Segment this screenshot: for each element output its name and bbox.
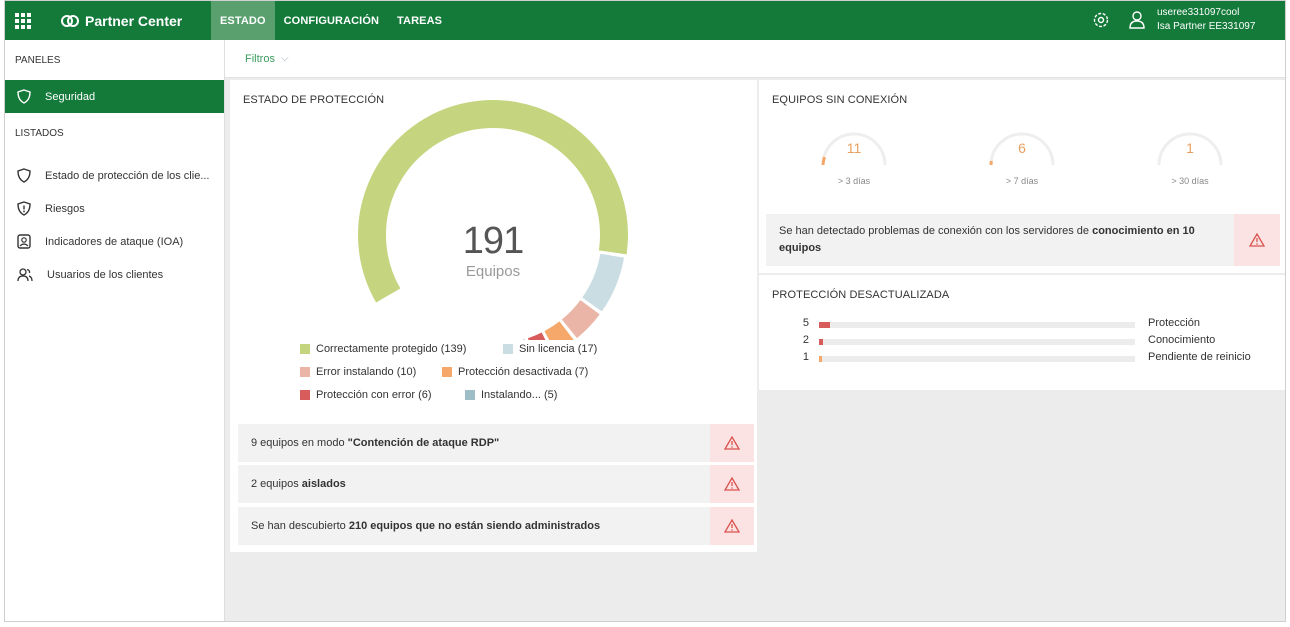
legend-item[interactable]: Protección con error (6) xyxy=(300,389,432,401)
row-bar-track xyxy=(819,339,1135,345)
user-icon[interactable] xyxy=(1129,11,1145,29)
top-bar: Partner Center ESTADO CONFIGURACIÓN TARE… xyxy=(5,1,1285,40)
legend-swatch xyxy=(465,390,475,400)
sidebar-item-label: Estado de protección de los clie... xyxy=(45,169,210,182)
alert-text: Se han detectado problemas de conexión c… xyxy=(779,225,1195,254)
gauge-value: 6 xyxy=(1018,140,1026,156)
row-bar-fill xyxy=(819,356,822,362)
protection-status-panel: ESTADO DE PROTECCIÓN 191 Equipos Correct… xyxy=(230,80,757,552)
sidebar-item-label: Usuarios de los clientes xyxy=(47,268,164,281)
outdated-protection-panel: PROTECCIÓN DESACTUALIZADA 5 Protección 2… xyxy=(759,275,1285,390)
legend-swatch xyxy=(300,390,310,400)
user-org: Isa Partner EE331097 xyxy=(1157,21,1256,32)
legend-swatch xyxy=(503,344,513,354)
attack-indicator-icon xyxy=(17,234,31,249)
legend-item[interactable]: Sin licencia (17) xyxy=(503,343,597,355)
offline-devices-panel: EQUIPOS SIN CONEXIÓN 11 > 3 días 6 > 7 d… xyxy=(759,80,1285,273)
sidebar-item-seguridad[interactable]: Seguridad xyxy=(5,80,224,113)
chevron-down-icon[interactable]: ⌵ xyxy=(281,53,289,64)
gauge-label: > 3 días xyxy=(837,176,871,186)
risk-shield-icon xyxy=(17,201,31,216)
app-name: Partner Center xyxy=(85,12,183,29)
panel-title: EQUIPOS SIN CONEXIÓN xyxy=(772,94,908,106)
warning-icon xyxy=(710,507,754,545)
row-bar-fill xyxy=(819,339,823,345)
legend-swatch xyxy=(442,367,452,377)
outdated-row-proteccion[interactable]: 5 Protección xyxy=(759,317,1285,334)
alert-text: 2 equipos aislados xyxy=(251,478,346,490)
protection-gauge-chart xyxy=(358,100,628,340)
row-count: 1 xyxy=(802,351,809,363)
panel-title: PROTECCIÓN DESACTUALIZADA xyxy=(772,289,950,301)
gauge-segment[interactable] xyxy=(544,321,574,340)
legend-swatch xyxy=(300,367,310,377)
legend-item[interactable]: Correctamente protegido (139) xyxy=(300,343,466,355)
warning-icon xyxy=(1234,214,1280,266)
row-count: 2 xyxy=(802,334,809,346)
users-icon xyxy=(17,267,33,281)
shield-icon xyxy=(17,89,31,104)
row-bar-track xyxy=(819,322,1135,328)
legend-item[interactable]: Error instalando (10) xyxy=(300,366,416,378)
legend-label: Instalando... (5) xyxy=(481,389,558,401)
user-info[interactable]: useree331097cool Isa Partner EE331097 xyxy=(1157,6,1255,34)
shield-icon xyxy=(17,168,31,183)
row-label: Conocimiento xyxy=(1148,334,1216,346)
alert-isolated[interactable]: 2 equipos aislados xyxy=(238,465,754,503)
partner-logo-icon xyxy=(61,14,79,27)
sidebar-item-riesgos[interactable]: Riesgos xyxy=(5,192,224,225)
alert-text: Se han descubierto 210 equipos que no es… xyxy=(251,520,601,532)
alert-text: 9 equipos en modo "Contención de ataque … xyxy=(251,437,500,449)
apps-grid-icon[interactable] xyxy=(5,1,41,40)
legend-label: Correctamente protegido (139) xyxy=(316,343,467,355)
sidebar-item-ioa[interactable]: Indicadores de ataque (IOA) xyxy=(5,225,224,258)
gauge-label: > 7 días xyxy=(1005,176,1039,186)
sidebar-item-label: Seguridad xyxy=(45,90,96,103)
alert-knowledge-connection[interactable]: Se han detectado problemas de conexión c… xyxy=(766,214,1280,266)
panels-heading: PANELES xyxy=(15,54,61,66)
alert-unmanaged[interactable]: Se han descubierto 210 equipos que no es… xyxy=(238,507,754,545)
row-label: Protección xyxy=(1148,317,1200,329)
gauge-value: 1 xyxy=(1186,140,1194,156)
gauge-label: > 30 días xyxy=(1171,176,1209,186)
row-label: Pendiente de reinicio xyxy=(1148,351,1251,363)
row-bar-track xyxy=(819,356,1135,362)
app-window: Partner Center ESTADO CONFIGURACIÓN TARE… xyxy=(4,0,1286,622)
legend-label: Error instalando (10) xyxy=(316,366,417,378)
sidebar: PANELES Seguridad LISTADOS Estado de pro… xyxy=(5,40,225,621)
filters-button[interactable]: Filtros xyxy=(245,53,275,65)
warning-icon xyxy=(710,424,754,462)
nav-estado[interactable]: ESTADO xyxy=(211,1,275,40)
total-devices-label: Equipos xyxy=(465,263,521,280)
nav-tareas[interactable]: TAREAS xyxy=(388,1,451,40)
sidebar-item-usuarios[interactable]: Usuarios de los clientes xyxy=(5,258,224,291)
lists-heading: LISTADOS xyxy=(15,127,64,139)
legend-label: Sin licencia (17) xyxy=(519,343,598,355)
sidebar-item-label: Riesgos xyxy=(45,202,85,215)
sidebar-item-label: Indicadores de ataque (IOA) xyxy=(45,235,184,248)
alert-rdp-containment[interactable]: 9 equipos en modo "Contención de ataque … xyxy=(238,424,754,462)
outdated-row-reinicio[interactable]: 1 Pendiente de reinicio xyxy=(759,351,1285,368)
legend-label: Protección desactivada (7) xyxy=(458,366,589,378)
row-count: 5 xyxy=(802,317,809,329)
legend-swatch xyxy=(300,344,310,354)
gauge-value: 11 xyxy=(846,140,862,156)
filters-bar: Filtros ⌵ xyxy=(225,40,1285,78)
settings-gear-icon[interactable] xyxy=(1092,11,1110,29)
legend-item[interactable]: Instalando... (5) xyxy=(465,389,557,401)
gauge-segment[interactable] xyxy=(581,253,625,312)
row-bar-fill xyxy=(819,322,830,328)
legend-item[interactable]: Protección desactivada (7) xyxy=(442,366,588,378)
sidebar-item-estado-proteccion[interactable]: Estado de protección de los clie... xyxy=(5,159,224,192)
gauge-segment[interactable] xyxy=(561,299,600,339)
user-name: useree331097cool xyxy=(1157,7,1240,18)
outdated-row-conocimiento[interactable]: 2 Conocimiento xyxy=(759,334,1285,351)
legend-label: Protección con error (6) xyxy=(316,389,432,401)
warning-icon xyxy=(710,465,754,503)
nav-configuracion[interactable]: CONFIGURACIÓN xyxy=(275,1,388,40)
total-devices-count: 191 xyxy=(462,220,524,262)
app-logo[interactable]: Partner Center xyxy=(61,1,182,40)
main-nav: ESTADO CONFIGURACIÓN TAREAS xyxy=(211,1,451,40)
